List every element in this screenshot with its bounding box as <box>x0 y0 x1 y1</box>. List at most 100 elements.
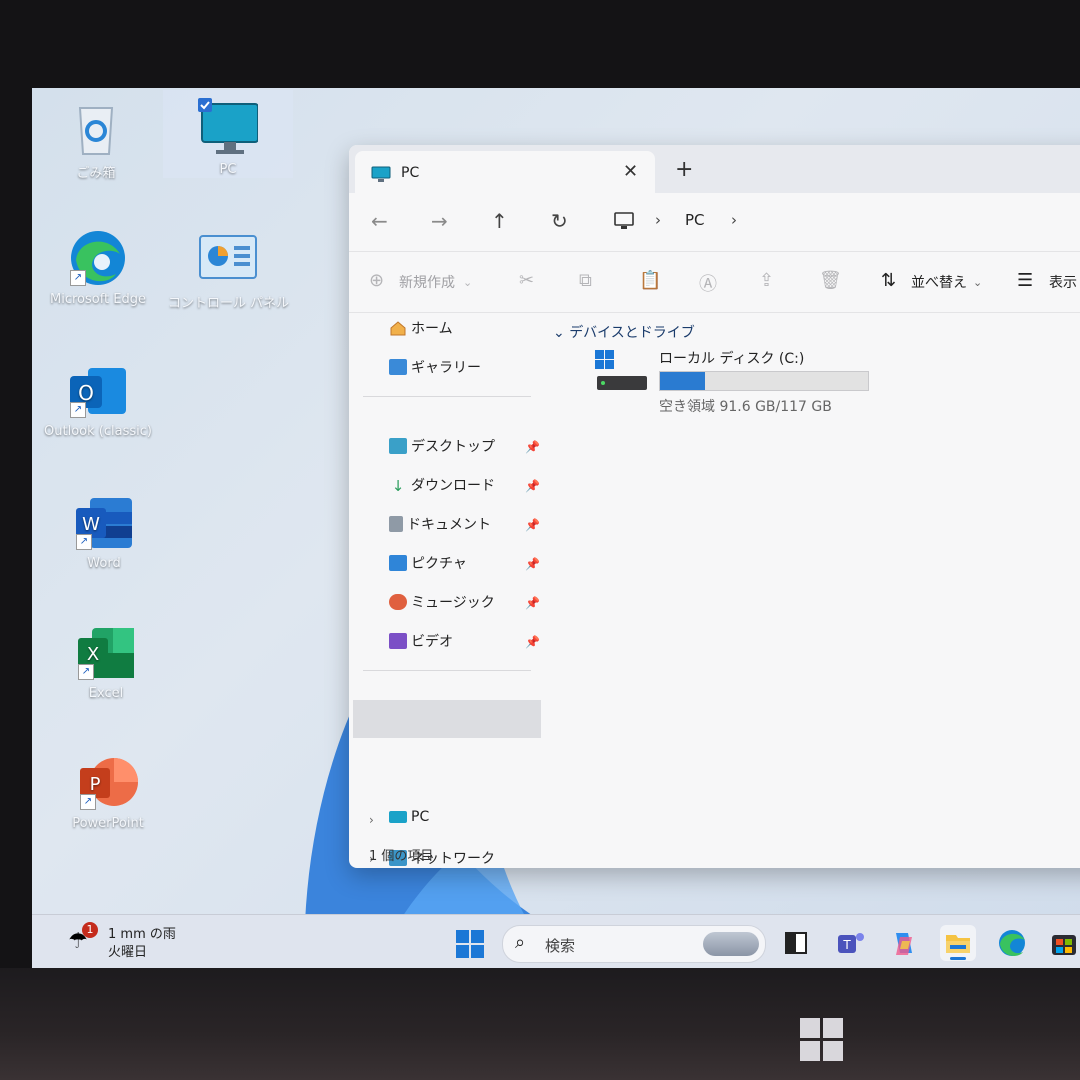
delete-icon[interactable]: 🗑 <box>819 270 842 291</box>
powerpoint-icon: P ↗ <box>78 752 138 812</box>
breadcrumb-separator-icon[interactable]: › <box>731 211 737 229</box>
view-icon[interactable]: ☰ <box>1017 270 1033 291</box>
desktop-icon-recycle-bin[interactable]: ごみ箱 <box>36 98 156 181</box>
paste-icon[interactable]: 📋 <box>639 270 661 291</box>
weather-day[interactable]: 火曜日 <box>108 941 147 960</box>
sort-icon[interactable]: ⇅ <box>881 270 896 291</box>
rename-icon[interactable]: Ⓐ <box>699 270 717 296</box>
desktop-icon-word[interactable]: W ↗ Word <box>44 492 164 571</box>
desktop-folder-icon <box>389 438 407 454</box>
desktop-icon-control-panel[interactable]: コントロール パネル <box>168 228 290 311</box>
file-explorer-window: PC ✕ + ← → ↑ ↻ › PC › ⊕ 新規作成 ⌄ ✂ ⧉ 📋 Ⓐ ⇪ <box>349 145 1080 868</box>
back-arrow-icon[interactable]: ← <box>371 209 388 233</box>
sidebar-item-downloads[interactable]: ↓ ダウンロード <box>389 475 495 501</box>
view-button[interactable]: 表示 <box>1049 272 1077 292</box>
desktop-icon-label: Excel <box>88 686 124 701</box>
sidebar-item-label: ホーム <box>411 321 453 337</box>
start-button[interactable] <box>456 930 484 958</box>
desktop-icon-label: Microsoft Edge <box>49 292 146 307</box>
pc-icon <box>371 166 391 188</box>
outlook-icon: O ↗ <box>68 360 128 420</box>
navigation-pane: ホーム ギャラリー デスクトップ 📌 ↓ ダウンロード 📌 ドキュメント 📌 ピク… <box>349 312 544 832</box>
breadcrumb-separator-icon: › <box>655 211 661 229</box>
edge-icon[interactable] <box>994 925 1030 961</box>
weather-text[interactable]: 1 mm の雨 <box>108 923 176 942</box>
drive-usage-bar <box>659 371 869 391</box>
sidebar-item-label: ピクチャ <box>411 556 467 572</box>
svg-text:X: X <box>87 644 99 665</box>
excel-icon: X ↗ <box>76 622 136 682</box>
download-icon: ↓ <box>391 477 405 495</box>
desktop-icon-pc[interactable]: PC <box>168 98 288 177</box>
pin-icon[interactable]: 📌 <box>525 518 540 532</box>
sidebar-item-music[interactable]: ミュージック <box>389 592 495 618</box>
forward-arrow-icon[interactable]: → <box>431 209 448 233</box>
desktop-icon-label: PC <box>219 162 237 177</box>
sidebar-item-pictures[interactable]: ピクチャ <box>389 553 467 579</box>
divider <box>363 396 531 397</box>
sidebar-item-label: PC <box>411 809 430 825</box>
pin-icon[interactable]: 📌 <box>525 479 540 493</box>
up-arrow-icon[interactable]: ↑ <box>491 209 508 233</box>
sidebar-item-home[interactable]: ホーム <box>389 318 453 344</box>
sidebar-item-documents[interactable]: ドキュメント <box>389 514 491 540</box>
copilot-icon[interactable] <box>886 925 922 961</box>
search-icon: ⌕ <box>515 932 526 953</box>
word-icon: W ↗ <box>74 492 134 552</box>
pin-icon[interactable]: 📌 <box>525 440 540 454</box>
drive-name[interactable]: ローカル ディスク (C:) <box>659 348 804 368</box>
new-icon[interactable]: ⊕ <box>369 270 384 291</box>
sidebar-item-label: ダウンロード <box>411 478 495 494</box>
recycle-bin-icon <box>66 98 126 158</box>
desktop-icon-outlook[interactable]: O ↗ Outlook (classic) <box>38 360 158 439</box>
cut-icon[interactable]: ✂ <box>519 270 534 291</box>
pin-icon[interactable]: 📌 <box>525 557 540 571</box>
pin-icon[interactable]: 📌 <box>525 596 540 610</box>
drive-icon[interactable] <box>595 350 647 398</box>
videos-icon <box>389 633 407 649</box>
close-tab-icon[interactable]: ✕ <box>623 161 638 182</box>
desktop-icon-label: Outlook (classic) <box>44 424 152 439</box>
drive-free-space: 空き領域 91.6 GB/117 GB <box>659 399 832 415</box>
sidebar-item-videos[interactable]: ビデオ <box>389 631 453 657</box>
shortcut-arrow-icon: ↗ <box>70 270 86 286</box>
chevron-right-icon[interactable]: › <box>369 813 374 827</box>
chevron-down-icon: ⌄ <box>463 276 473 289</box>
pc-icon <box>198 98 259 158</box>
desktop-icon-excel[interactable]: X ↗ Excel <box>46 622 166 701</box>
breadcrumb-pc[interactable]: PC <box>685 211 705 229</box>
copy-icon[interactable]: ⧉ <box>579 270 592 291</box>
section-devices-and-drives[interactable]: ⌄ デバイスとドライブ <box>553 322 695 342</box>
taskbar: ☂ 1 1 mm の雨 火曜日 ⌕ 検索 T <box>32 914 1080 968</box>
tab-pc[interactable]: PC ✕ <box>355 151 655 193</box>
pin-icon[interactable]: 📌 <box>525 635 540 649</box>
chevron-down-icon: ⌄ <box>973 276 983 289</box>
desktop-icon-edge[interactable]: ↗ Microsoft Edge <box>38 228 158 307</box>
sort-button[interactable]: 並べ替え <box>911 272 967 292</box>
sidebar-item-desktop[interactable]: デスクトップ <box>389 436 495 462</box>
shortcut-arrow-icon: ↗ <box>70 402 86 418</box>
desktop-icon-label: Word <box>87 556 121 571</box>
content-pane: ⌄ デバイスとドライブ ローカル ディスク (C:) 空き領域 91.6 GB/… <box>549 312 1080 832</box>
new-button[interactable]: 新規作成 <box>399 272 455 292</box>
task-view-icon[interactable] <box>778 925 814 961</box>
music-icon <box>389 594 407 610</box>
teams-icon[interactable]: T <box>832 925 868 961</box>
section-title: デバイスとドライブ <box>569 325 695 341</box>
refresh-icon[interactable]: ↻ <box>551 209 568 233</box>
store-icon[interactable] <box>1046 925 1080 961</box>
sidebar-item-pc[interactable]: PC <box>389 809 429 835</box>
file-explorer-icon[interactable] <box>940 925 976 961</box>
windows-logo-icon <box>800 1018 844 1062</box>
desktop-icon-label: PowerPoint <box>72 816 144 831</box>
desktop: ごみ箱 PC ↗ Microsoft Edge コントロール パネル O ↗ O… <box>32 88 1080 968</box>
sidebar-item-gallery[interactable]: ギャラリー <box>389 357 481 383</box>
desktop-icon-powerpoint[interactable]: P ↗ PowerPoint <box>48 752 168 831</box>
desktop-icon-label: コントロール パネル <box>168 296 290 311</box>
pc-icon[interactable] <box>613 211 635 235</box>
new-tab-button[interactable]: + <box>675 157 693 182</box>
share-icon[interactable]: ⇪ <box>759 270 774 291</box>
search-box[interactable]: ⌕ 検索 <box>502 925 766 963</box>
pc-icon <box>389 811 407 823</box>
edge-icon: ↗ <box>68 228 128 288</box>
